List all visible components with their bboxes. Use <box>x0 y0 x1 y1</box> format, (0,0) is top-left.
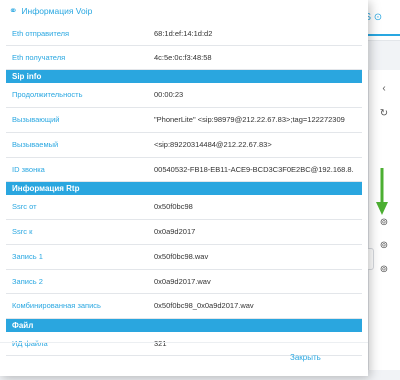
row-label: Вызывающий <box>12 115 60 124</box>
table-row: Запись 2 0x0a9d2017.wav <box>6 270 362 294</box>
section-header: Sip info <box>6 70 362 83</box>
voip-info-modal: ⚭ Информация Voip Eth отправителя 68:1d:… <box>0 0 368 376</box>
table-row: Комбинированная запись 0x50f0bc98_0x0a9d… <box>6 294 362 319</box>
help-icon[interactable]: ⊚ <box>376 240 392 251</box>
table-row: Вызываемый <sip:89220314484@212.22.67.83… <box>6 133 362 158</box>
table-row: Eth отправителя 68:1d:ef:14:1d:d2 <box>6 22 362 46</box>
row-value: 4c:5e:0c:f3:48:58 <box>154 52 212 62</box>
table-row: Ssrc от 0x50f0bc98 <box>6 195 362 220</box>
row-label: Eth отправителя <box>12 28 70 38</box>
row-value[interactable]: 0x50f0bc98_0x0a9d2017.wav <box>154 300 362 312</box>
chevron-left-icon[interactable]: ‹ <box>376 83 392 94</box>
table-row: Eth получателя 4c:5e:0c:f3:48:58 <box>6 46 362 70</box>
row-label: ID звонка <box>12 164 45 174</box>
row-label: Ssrc от <box>12 202 37 211</box>
link-icon: ⚭ <box>9 5 18 17</box>
gear-icon: ⊙ <box>373 12 383 23</box>
refresh-icon[interactable]: ↻ <box>376 108 392 119</box>
row-label: Запись 2 <box>12 276 43 286</box>
row-label: Eth получателя <box>12 52 66 62</box>
modal-title: Информация Voip <box>21 6 93 16</box>
row-label: Продолжительность <box>12 90 83 99</box>
row-value: 0x0a9d2017 <box>154 227 196 236</box>
row-value: 0x50f0bc98 <box>154 202 193 211</box>
row-value: 68:1d:ef:14:1d:d2 <box>154 28 213 38</box>
help-icon[interactable]: ⊚ <box>376 264 392 275</box>
info-table: Eth отправителя 68:1d:ef:14:1d:d2 Eth по… <box>6 22 362 356</box>
close-button[interactable]: Закрыть <box>290 353 321 362</box>
row-label: Ssrc к <box>12 227 33 236</box>
row-value[interactable]: 0x0a9d2017.wav <box>154 276 362 288</box>
row-value[interactable]: 0x50f0bc98.wav <box>154 251 362 263</box>
row-label: Вызываемый <box>12 140 59 149</box>
row-value: "PhonerLite" <sip:98979@212.22.67.83>;ta… <box>154 115 345 124</box>
section-header: Информация Rtp <box>6 182 362 195</box>
modal-footer: Закрыть <box>0 342 368 373</box>
help-icon[interactable]: ⊚ <box>376 217 392 228</box>
table-row: ID звонка 00540532-FB18-EB11-ACE9-BCD3C3… <box>6 158 362 182</box>
table-row: Ssrc к 0x0a9d2017 <box>6 220 362 245</box>
row-value: 00:00:23 <box>154 90 184 99</box>
section-header: Файл <box>6 319 362 332</box>
modal-header: ⚭ Информация Voip <box>0 0 368 22</box>
row-label: Запись 1 <box>12 252 43 261</box>
green-arrow-icon <box>376 168 388 215</box>
table-row: Запись 1 0x50f0bc98.wav <box>6 245 362 270</box>
table-row: Продолжительность 00:00:23 <box>6 83 362 108</box>
row-value: 00540532-FB18-EB11-ACE9-BCD3C3F0E2BC@192… <box>154 164 354 174</box>
table-row: Вызывающий "PhonerLite" <sip:98979@212.2… <box>6 108 362 133</box>
row-value: <sip:89220314484@212.22.67.83> <box>154 140 272 149</box>
row-label: Комбинированная запись <box>12 301 101 310</box>
